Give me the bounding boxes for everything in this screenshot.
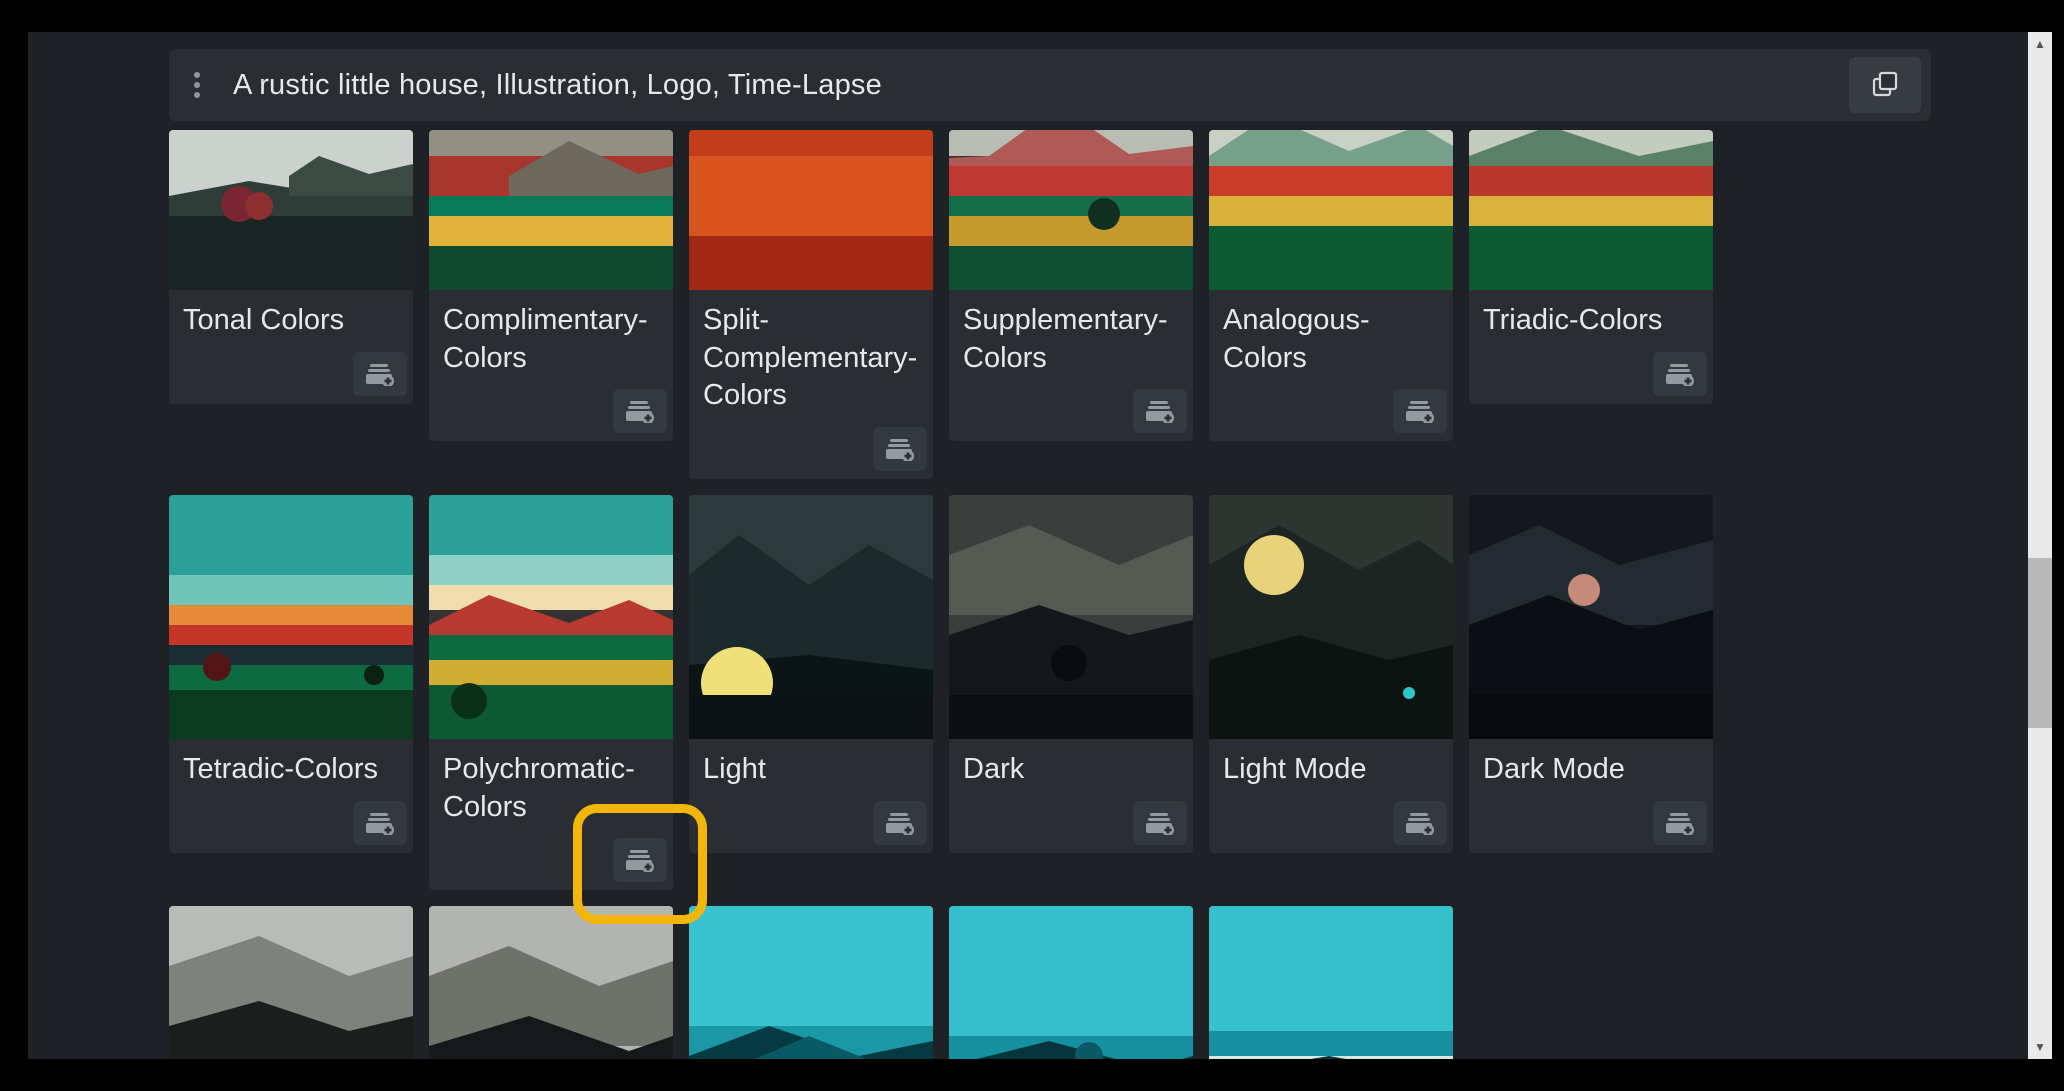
style-thumbnail [1209,495,1453,739]
style-thumbnail [169,495,413,739]
add-to-collection-button[interactable] [1393,801,1447,845]
style-thumbnail [949,906,1193,1059]
prompt-bar: A rustic little house, Illustration, Log… [169,49,1931,121]
add-to-collection-icon [1146,811,1174,835]
add-to-collection-button[interactable] [1133,801,1187,845]
style-thumbnail [689,906,933,1059]
add-to-collection-button[interactable] [1133,389,1187,433]
more-vertical-icon [193,71,201,99]
add-to-collection-button[interactable] [873,801,927,845]
scrollbar-thumb[interactable] [2028,558,2052,728]
style-card[interactable]: Tonal Colors [169,130,413,404]
add-to-collection-icon [1666,362,1694,386]
style-label: Triadic-Colors [1469,290,1713,348]
style-card[interactable]: Triadic-Colors [1469,130,1713,404]
style-thumbnail [1209,130,1453,290]
style-label: Analogous-Colors [1209,290,1453,385]
export-button[interactable] [1849,57,1921,113]
style-grid: Tonal Colors Complimentary-Colors [169,130,1952,1059]
add-to-collection-button[interactable] [1653,352,1707,396]
add-to-collection-button[interactable] [873,427,927,471]
add-to-collection-button[interactable] [1653,801,1707,845]
add-to-collection-icon [886,811,914,835]
app-window: A rustic little house, Illustration, Log… [28,32,2052,1059]
add-to-collection-button[interactable] [353,801,407,845]
style-card[interactable] [429,906,673,1059]
scrollbar-down-arrow[interactable]: ▼ [2028,1035,2052,1059]
style-thumbnail [429,906,673,1059]
style-label: Supplementary-Colors [949,290,1193,385]
scrollbar-track[interactable] [2028,32,2052,1059]
add-to-collection-button[interactable] [353,352,407,396]
style-label: Dark Mode [1469,739,1713,797]
style-card[interactable]: Dark Mode [1469,495,1713,853]
style-card[interactable]: Dark [949,495,1193,853]
style-card[interactable]: Polychromatic-Colors [429,495,673,890]
style-label: Complimentary-Colors [429,290,673,385]
style-card[interactable] [689,906,933,1059]
style-card[interactable]: Tetradic-Colors [169,495,413,853]
add-to-collection-icon [366,362,394,386]
scrollbar-up-arrow[interactable]: ▲ [2028,32,2052,56]
add-to-collection-icon [886,437,914,461]
style-card[interactable] [949,906,1193,1059]
style-label: Light [689,739,933,797]
add-to-collection-icon [366,811,394,835]
style-label: Polychromatic-Colors [429,739,673,834]
style-label: Split-Complementary-Colors [689,290,933,423]
style-thumbnail [689,130,933,290]
style-thumbnail [169,906,413,1059]
add-to-collection-icon [626,848,654,872]
add-to-collection-icon [626,399,654,423]
style-card[interactable] [1209,906,1453,1059]
style-thumbnail [949,495,1193,739]
style-thumbnail [429,130,673,290]
prompt-menu-button[interactable] [169,49,225,121]
style-thumbnail [949,130,1193,290]
prompt-text[interactable]: A rustic little house, Illustration, Log… [225,69,1849,102]
style-card[interactable] [169,906,413,1059]
style-thumbnail [1469,130,1713,290]
add-to-collection-button[interactable] [1393,389,1447,433]
style-card[interactable]: Supplementary-Colors [949,130,1193,441]
style-thumbnail [1469,495,1713,739]
style-thumbnail [1209,906,1453,1059]
style-label: Dark [949,739,1193,797]
app-frame: A rustic little house, Illustration, Log… [0,0,2064,1091]
style-card[interactable]: Complimentary-Colors [429,130,673,441]
style-grid-container: Tonal Colors Complimentary-Colors [169,130,1952,1059]
add-to-collection-button[interactable] [613,838,667,882]
style-label: Tonal Colors [169,290,413,348]
style-thumbnail [169,130,413,290]
export-icon [1871,71,1899,99]
style-card[interactable]: Light Mode [1209,495,1453,853]
style-card[interactable]: Split-Complementary-Colors [689,130,933,479]
style-label: Tetradic-Colors [169,739,413,797]
add-to-collection-icon [1406,399,1434,423]
style-thumbnail [429,495,673,739]
style-label: Light Mode [1209,739,1453,797]
style-thumbnail [689,495,933,739]
add-to-collection-icon [1406,811,1434,835]
add-to-collection-icon [1146,399,1174,423]
add-to-collection-button[interactable] [613,389,667,433]
style-card[interactable]: Analogous-Colors [1209,130,1453,441]
add-to-collection-icon [1666,811,1694,835]
style-card[interactable]: Light [689,495,933,853]
